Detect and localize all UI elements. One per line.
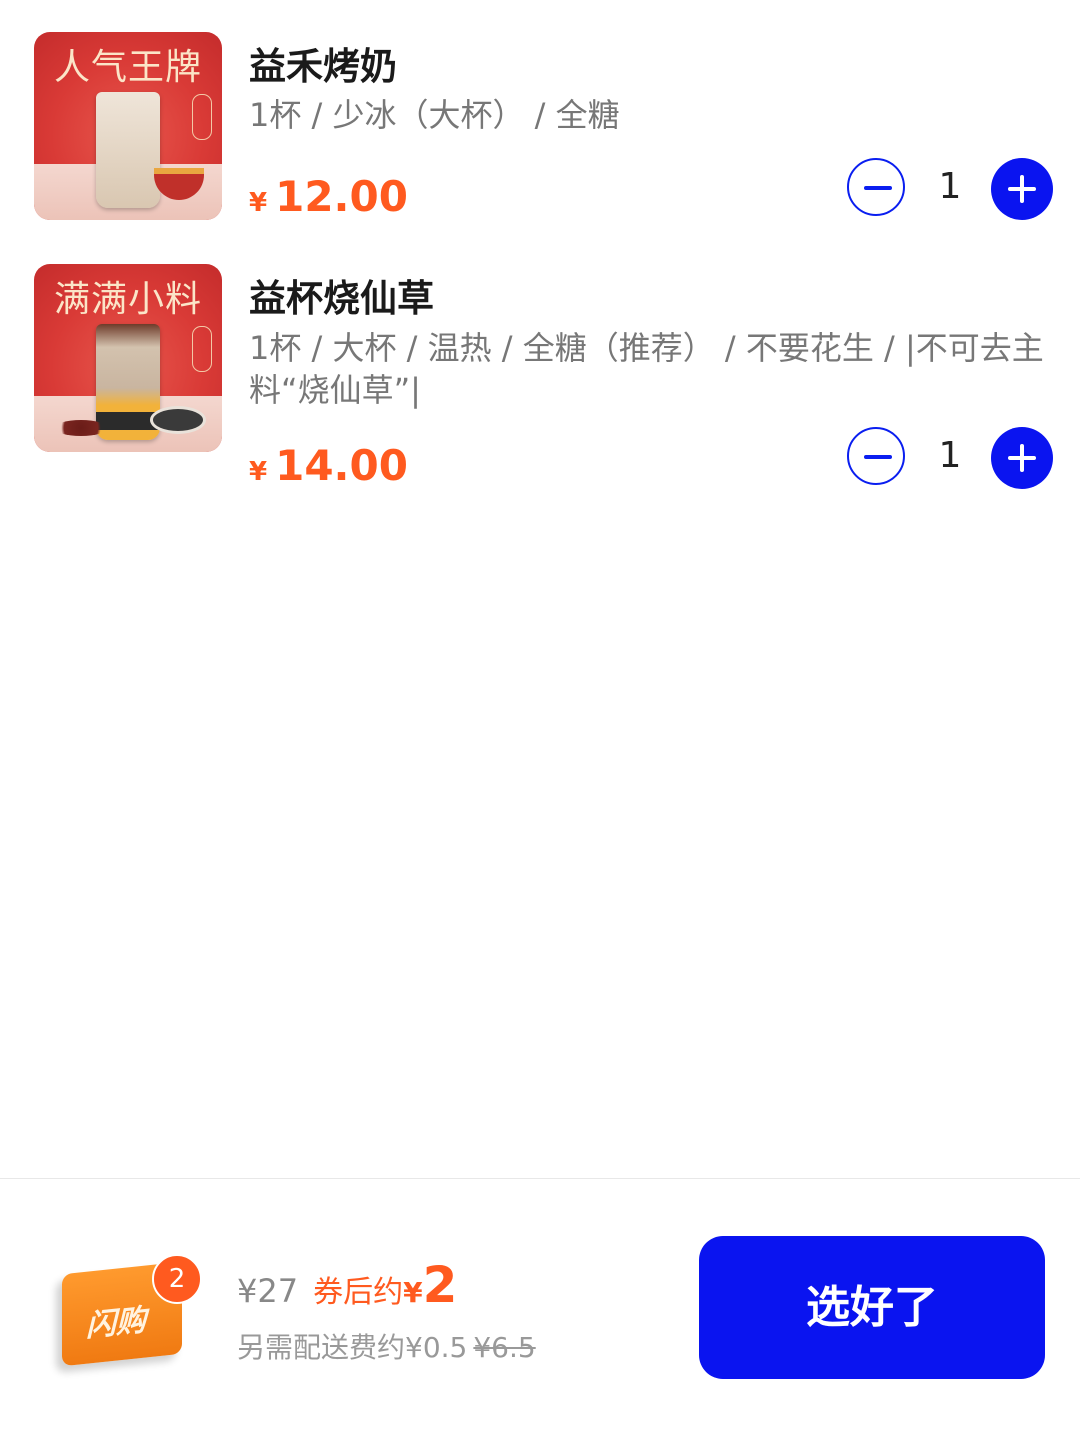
footer-divider (0, 1178, 1080, 1179)
red-beans-icon (54, 420, 108, 436)
product-title: 益杯烧仙草 (249, 277, 434, 320)
cart-count-badge: 2 (152, 1254, 202, 1304)
after-coupon-label: 券后约 (313, 1275, 404, 1310)
decrease-quantity-button[interactable] (847, 427, 905, 485)
delivery-fee-note: 另需配送费约¥0.5 (237, 1331, 468, 1364)
quantity-value: 1 (938, 166, 962, 207)
after-coupon-price: 2 (422, 1256, 458, 1314)
quantity-value: 1 (938, 435, 962, 476)
total-price: ¥27 (237, 1272, 299, 1310)
product-spec: 1杯 / 大杯 / 温热 / 全糖（推荐） / 不要花生 / |不可去主料“烧仙… (249, 329, 1044, 409)
confirm-selection-button[interactable]: 选好了 (699, 1236, 1045, 1379)
product-image-banner: 满满小料 (53, 279, 202, 320)
delivery-fee: 另需配送费约¥0.5 ¥6.5 (237, 1326, 536, 1366)
increase-quantity-button[interactable] (991, 427, 1053, 489)
increase-quantity-button[interactable] (991, 158, 1053, 220)
shopping-bag-button[interactable]: 闪购 2 (42, 1254, 202, 1368)
hot-cold-badge (192, 326, 212, 372)
bag-label: 闪购 (86, 1302, 146, 1345)
hot-cold-badge (192, 94, 212, 140)
product-title: 益禾烤奶 (249, 45, 397, 88)
product-price: ¥14.00 (249, 441, 408, 490)
jelly-dish-icon (150, 406, 206, 434)
product-image[interactable]: 人气王牌 (34, 32, 222, 220)
product-price: ¥12.00 (249, 172, 408, 221)
quantity-stepper: 1 (847, 427, 1055, 489)
product-image-banner: 人气王牌 (53, 47, 202, 88)
product-image[interactable]: 满满小料 (34, 264, 222, 452)
decrease-quantity-button[interactable] (847, 158, 905, 216)
delivery-fee-original: ¥6.5 (473, 1331, 536, 1364)
quantity-stepper: 1 (847, 158, 1055, 220)
price-summary: ¥27 券后约¥2 (237, 1256, 457, 1314)
product-spec: 1杯 / 少冰（大杯） / 全糖 (249, 96, 620, 134)
after-coupon-currency: ¥ (403, 1276, 423, 1309)
milk-tea-cup-icon (96, 92, 160, 208)
